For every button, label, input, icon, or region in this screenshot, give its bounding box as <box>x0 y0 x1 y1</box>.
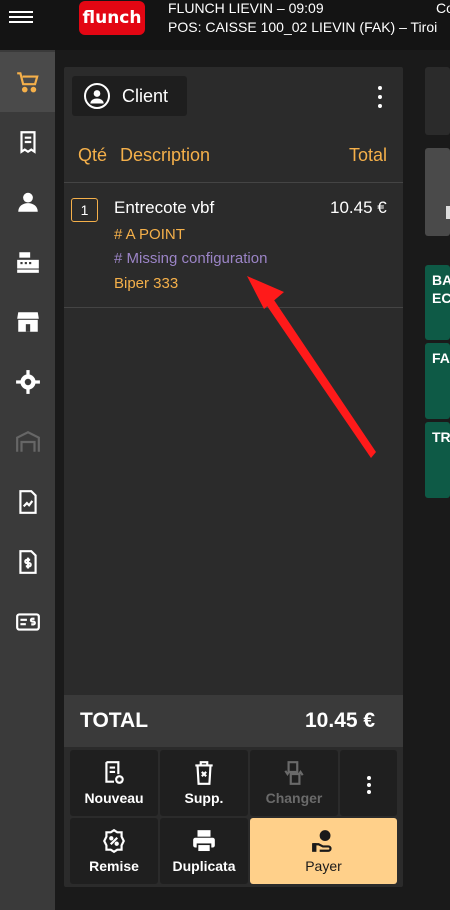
invoice-dollar-icon <box>18 550 37 574</box>
nav-settings[interactable] <box>0 352 55 412</box>
nav-rail <box>0 50 55 910</box>
header-divider <box>64 182 403 183</box>
total-value: 10.45 € <box>305 709 376 732</box>
line-qty[interactable]: 1 <box>71 198 98 222</box>
payment-card-icon <box>15 613 40 631</box>
total-label: TOTAL <box>80 709 149 732</box>
line-missing-config: # Missing configuration <box>114 250 268 267</box>
nav-store[interactable] <box>0 292 55 352</box>
nav-invoices[interactable] <box>0 532 55 592</box>
order-panel: Client Qté Description Total 1 Entrecote… <box>64 67 403 887</box>
top-bar: flunch FLUNCH LIEVIN – 09:09 POS: CAISSE… <box>0 0 450 50</box>
column-description: Description <box>120 145 211 165</box>
remise-label: Remise <box>89 858 139 874</box>
remise-button[interactable]: Remise <box>70 818 158 884</box>
line-name: Entrecote vbf <box>114 198 215 217</box>
report-icon <box>18 490 37 514</box>
receipt-icon <box>19 131 36 154</box>
settings-icon <box>15 370 40 394</box>
more-vertical-icon <box>366 776 371 794</box>
supp-label: Supp. <box>184 790 224 806</box>
cart-icon <box>16 72 39 93</box>
duplicata-label: Duplicata <box>172 858 236 874</box>
changer-button[interactable]: Changer <box>250 750 338 816</box>
column-total: Total <box>349 145 388 165</box>
right-tile-ba-line1: BA <box>432 272 450 288</box>
total-bar: TOTAL 10.45 € <box>64 695 403 747</box>
right-tile-fa-label: FA <box>432 350 450 366</box>
nav-cart[interactable] <box>0 52 55 112</box>
changer-label: Changer <box>265 790 323 806</box>
user-circle-icon <box>84 83 110 109</box>
user-icon <box>17 192 38 212</box>
right-panel-top <box>425 67 450 135</box>
nav-payments[interactable] <box>0 592 55 652</box>
discount-badge-icon <box>103 828 125 854</box>
right-tile-gray[interactable] <box>425 148 450 236</box>
line-divider <box>64 307 403 308</box>
pos-info-text: POS: CAISSE 100_02 LIEVIN (FAK) – Tiroi <box>168 19 438 35</box>
line-price: 10.45 € <box>330 198 387 217</box>
new-receipt-icon <box>105 761 124 784</box>
nav-customer[interactable] <box>0 172 55 232</box>
cash-register-icon <box>16 252 39 273</box>
pay-hand-coin-icon <box>311 830 332 852</box>
nouveau-label: Nouveau <box>84 790 144 806</box>
order-menu-icon[interactable] <box>372 86 388 108</box>
trash-icon <box>195 761 213 785</box>
client-button[interactable]: Client <box>72 76 187 116</box>
line-biper: Biper 333 <box>114 275 179 292</box>
payer-button[interactable]: Payer <box>250 818 397 884</box>
brand-logo: flunch <box>79 1 145 35</box>
payer-label: Payer <box>305 858 342 874</box>
right-tile-ba-line2: EC <box>432 290 450 306</box>
duplicata-button[interactable]: Duplicata <box>160 818 248 884</box>
header-right-text: Co <box>436 0 450 16</box>
nav-cash-register[interactable] <box>0 232 55 292</box>
store-icon <box>16 312 39 332</box>
nav-receipt[interactable] <box>0 112 55 172</box>
nav-warehouse[interactable] <box>0 412 55 472</box>
nouveau-button[interactable]: Nouveau <box>70 750 158 816</box>
client-label: Client <box>122 85 169 106</box>
nav-reports[interactable] <box>0 472 55 532</box>
warehouse-icon <box>15 431 40 452</box>
store-time-text: FLUNCH LIEVIN – 09:09 <box>168 0 324 16</box>
more-actions-button[interactable] <box>340 750 397 816</box>
supp-button[interactable]: Supp. <box>160 750 248 816</box>
menu-icon[interactable] <box>9 8 33 30</box>
line-modifier: # A POINT <box>114 226 185 243</box>
right-tile-mark <box>446 206 450 219</box>
printer-icon <box>193 830 215 853</box>
column-qty: Qté <box>78 145 108 165</box>
right-tile-tr-label: TR <box>432 429 450 445</box>
swap-receipt-icon <box>284 761 304 785</box>
